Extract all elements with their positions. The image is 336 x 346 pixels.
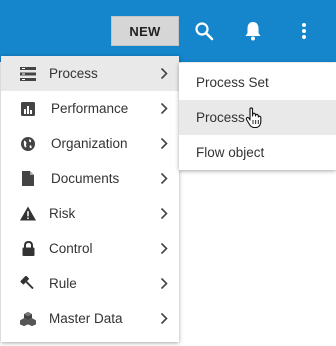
menu-item-label: Control: [49, 241, 93, 256]
chevron-right-icon: [160, 242, 168, 255]
submenu-item-label: Process: [196, 110, 245, 125]
menu-item-label: Risk: [49, 206, 76, 221]
document-icon: [20, 171, 36, 187]
menu-item-master-data[interactable]: Master Data: [1, 301, 179, 336]
menu-item-label: Process: [49, 66, 98, 81]
process-list-icon: [20, 66, 36, 82]
more-vertical-icon[interactable]: [293, 20, 315, 42]
submenu-item-flow-object[interactable]: Flow object: [179, 135, 336, 170]
menu-item-control[interactable]: Control: [1, 231, 179, 266]
menu-item-label: Documents: [51, 171, 120, 186]
chevron-right-icon: [160, 137, 168, 150]
search-icon[interactable]: [193, 20, 215, 42]
bar-chart-icon: [20, 101, 36, 117]
new-button[interactable]: NEW: [111, 16, 179, 46]
menu-item-documents[interactable]: Documents: [1, 161, 179, 196]
menu-item-performance[interactable]: Performance: [1, 91, 179, 126]
menu-item-rule[interactable]: Rule: [1, 266, 179, 301]
chevron-right-icon: [160, 207, 168, 220]
chevron-right-icon: [160, 172, 168, 185]
menu-item-label: Organization: [51, 136, 128, 151]
process-submenu: Process Set Process Flow object: [179, 63, 336, 170]
menu-item-label: Performance: [51, 101, 129, 116]
chevron-right-icon: [160, 67, 168, 80]
cubes-icon: [20, 311, 36, 327]
menu-item-label: Rule: [49, 276, 77, 291]
submenu-item-process-set[interactable]: Process Set: [179, 65, 336, 100]
new-dropdown-menu: Process Performance Organization Documen…: [1, 56, 179, 342]
chevron-right-icon: [160, 312, 168, 325]
bell-icon[interactable]: [242, 20, 264, 42]
gavel-icon: [20, 275, 36, 292]
menu-item-process[interactable]: Process: [1, 56, 179, 91]
chevron-right-icon: [160, 102, 168, 115]
lock-icon: [20, 241, 36, 257]
submenu-item-label: Flow object: [196, 145, 265, 160]
hand-pointer-icon: [245, 107, 262, 129]
menu-item-label: Master Data: [49, 311, 123, 326]
chevron-right-icon: [160, 277, 168, 290]
globe-icon: [20, 136, 36, 152]
warning-icon: [20, 206, 36, 222]
menu-item-risk[interactable]: Risk: [1, 196, 179, 231]
menu-item-organization[interactable]: Organization: [1, 126, 179, 161]
submenu-item-process[interactable]: Process: [179, 100, 336, 135]
top-toolbar: NEW: [0, 0, 336, 62]
submenu-item-label: Process Set: [196, 75, 269, 90]
